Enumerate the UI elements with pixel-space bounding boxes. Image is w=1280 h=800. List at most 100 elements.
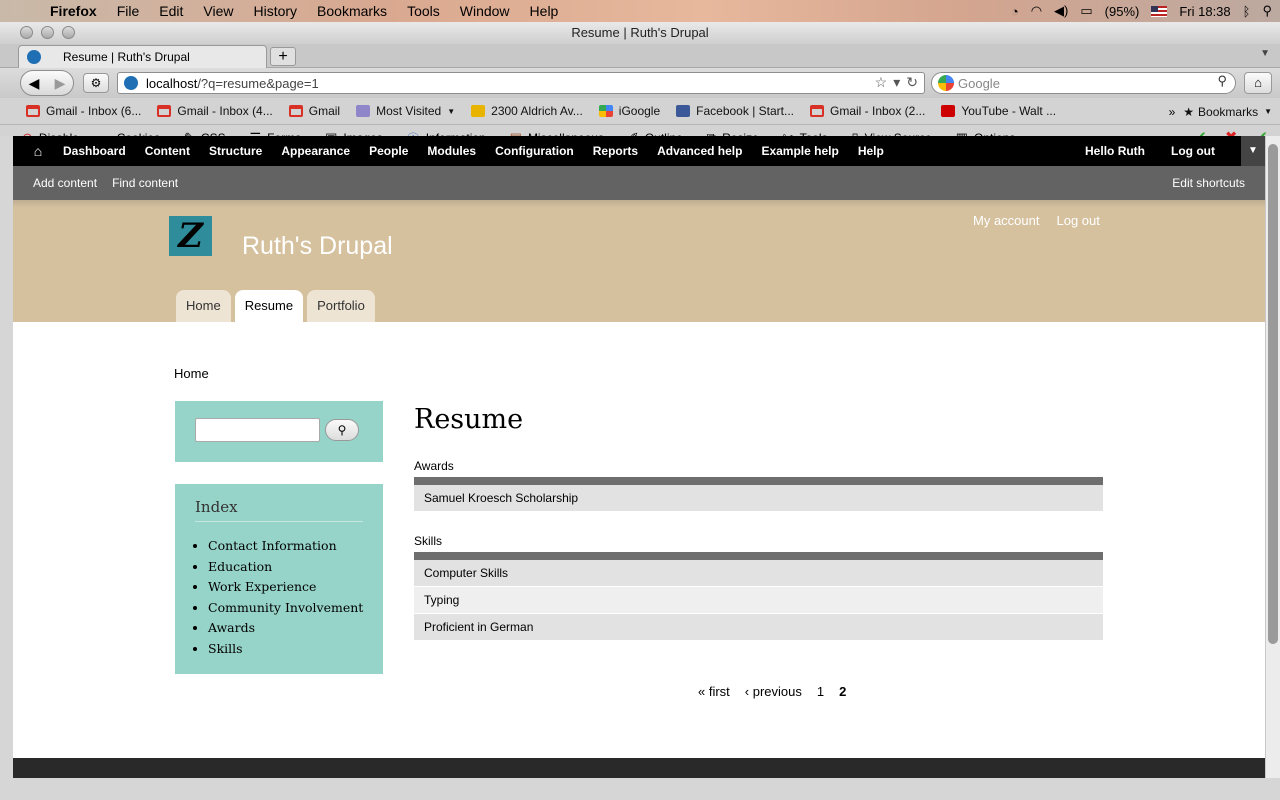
window-titlebar: Resume | Ruth's Drupal [0,22,1280,44]
index-link-education[interactable]: Education [208,557,363,578]
toolbar-content[interactable]: Content [145,144,190,158]
table-row[interactable]: Computer Skills [414,560,1103,587]
bookmark-item[interactable]: Gmail - Inbox (2... [809,104,925,118]
edit-shortcuts-link[interactable]: Edit shortcuts [1172,176,1245,190]
google-search-engine-icon[interactable] [938,75,954,91]
toolbar-advanced-help[interactable]: Advanced help [657,144,742,158]
menu-bookmarks[interactable]: Bookmarks [307,3,397,19]
back-button[interactable]: ◀ [21,75,47,92]
search-placeholder: Google [958,75,1000,91]
sidebar-index-block: Index Contact Information Education Work… [175,484,383,674]
toolbar-people[interactable]: People [369,144,408,158]
spotlight-icon[interactable]: ⚲ [1262,3,1272,19]
bluetooth-icon[interactable]: ᛒ [1243,4,1251,19]
forward-button[interactable]: ▶ [47,75,73,92]
my-account-link[interactable]: My account [973,213,1039,228]
browser-tab[interactable]: Resume | Ruth's Drupal [18,45,267,68]
bookmark-item[interactable]: iGoogle [598,104,660,118]
close-window-button[interactable] [20,26,33,39]
volume-icon[interactable]: ◀) [1054,3,1068,19]
pager: « first ‹ previous 1 2 [698,684,861,699]
bookmark-item[interactable]: Facebook | Start... [676,104,794,118]
tab-home[interactable]: Home [176,290,231,322]
skills-table: Computer Skills Typing Proficient in Ger… [414,552,1103,641]
toolbar-example-help[interactable]: Example help [761,144,838,158]
index-link-awards[interactable]: Awards [208,618,363,639]
index-link-skills[interactable]: Skills [208,639,363,660]
menu-history[interactable]: History [243,3,307,19]
menu-tools[interactable]: Tools [397,3,450,19]
bookmark-item[interactable]: 2300 Aldrich Av... [471,104,583,118]
toolbar-user-greeting[interactable]: Hello Ruth [1085,144,1145,158]
pager-first[interactable]: « first [698,684,730,699]
menu-edit[interactable]: Edit [149,3,193,19]
home-button[interactable]: ⌂ [1244,72,1272,94]
menu-view[interactable]: View [193,3,243,19]
menu-file[interactable]: File [107,3,150,19]
site-name[interactable]: Ruth's Drupal [242,232,393,261]
index-link-contact-information[interactable]: Contact Information [208,536,363,557]
bookmarks-overflow-chevron-icon[interactable]: » [1169,105,1176,119]
tab-portfolio[interactable]: Portfolio [307,290,375,322]
drupal-favicon-icon [27,50,41,64]
table-row[interactable]: Samuel Kroesch Scholarship [414,485,1103,512]
pager-previous[interactable]: ‹ previous [745,684,802,699]
toolbar-reports[interactable]: Reports [593,144,638,158]
new-tab-button[interactable]: + [270,47,296,66]
window-title: Resume | Ruth's Drupal [571,25,709,40]
shortcuts-toggle-icon[interactable]: ▼ [1241,136,1265,166]
bookmark-item[interactable]: Gmail [288,104,340,118]
wifi-icon[interactable]: ◠ [1031,3,1042,19]
table-row[interactable]: Proficient in German [414,614,1103,641]
breadcrumb[interactable]: Home [174,366,209,381]
bookmarks-toolbar: Gmail - Inbox (6... Gmail - Inbox (4... … [0,98,1280,125]
gmail-icon [157,105,172,117]
bookmark-folder-most-visited[interactable]: Most Visited ▼ [356,104,455,118]
toolbar-configuration[interactable]: Configuration [495,144,574,158]
site-identity-icon[interactable]: ⚙ [83,73,109,93]
toolbar-dashboard[interactable]: Dashboard [63,144,126,158]
minimize-window-button[interactable] [41,26,54,39]
index-link-community-involvement[interactable]: Community Involvement [208,598,363,619]
menu-app-firefox[interactable]: Firefox [40,3,107,19]
search-input[interactable] [195,418,320,442]
vertical-scrollbar[interactable] [1265,136,1280,778]
table-row[interactable]: Typing [414,587,1103,614]
search-bar[interactable]: Google ⚲ [931,72,1236,94]
page-title: Resume [414,404,524,435]
toolbar-appearance[interactable]: Appearance [281,144,350,158]
bookmark-star-icon[interactable]: ☆ [875,74,888,91]
index-link-work-experience[interactable]: Work Experience [208,577,363,598]
menu-window[interactable]: Window [450,3,520,19]
shortcut-add-content[interactable]: Add content [33,176,97,190]
search-button[interactable]: ⚲ [325,419,359,441]
tab-resume[interactable]: Resume [234,290,304,322]
battery-icon[interactable]: ▭ [1080,3,1092,19]
menu-help[interactable]: Help [520,3,569,19]
time-machine-icon[interactable]: ◔ [1011,4,1019,19]
bookmark-item[interactable]: YouTube - Walt ... [941,104,1056,118]
shortcut-find-content[interactable]: Find content [112,176,178,190]
toolbar-structure[interactable]: Structure [209,144,262,158]
tab-list-chevron-icon[interactable]: ▼ [1260,48,1270,59]
url-bar[interactable]: localhost/?q=resume&page=1 ☆ ▾ ↻ [117,72,925,94]
url-dropdown-icon[interactable]: ▾ [893,74,900,91]
toolbar-help[interactable]: Help [858,144,884,158]
pager-page-1[interactable]: 1 [817,684,824,699]
reload-icon[interactable]: ↻ [906,74,918,91]
bookmark-item[interactable]: Gmail - Inbox (6... [26,104,141,118]
home-icon[interactable]: ⌂ [13,143,63,159]
scrollbar-thumb[interactable] [1268,144,1278,644]
bookmarks-star-icon: ★ [1183,104,1195,119]
toolbar-logout[interactable]: Log out [1171,144,1215,158]
us-flag-icon[interactable] [1151,5,1168,17]
search-icon[interactable]: ⚲ [1217,73,1227,89]
toolbar-modules[interactable]: Modules [427,144,476,158]
logout-link[interactable]: Log out [1056,213,1099,228]
menubar-clock[interactable]: Fri 18:38 [1179,4,1230,19]
tab-title: Resume | Ruth's Drupal [63,50,190,64]
bookmark-item[interactable]: Gmail - Inbox (4... [157,104,273,118]
site-logo[interactable]: Z [169,216,212,256]
zoom-window-button[interactable] [62,26,75,39]
bookmarks-menu-button[interactable]: ★ Bookmarks ▼ [1183,105,1272,119]
